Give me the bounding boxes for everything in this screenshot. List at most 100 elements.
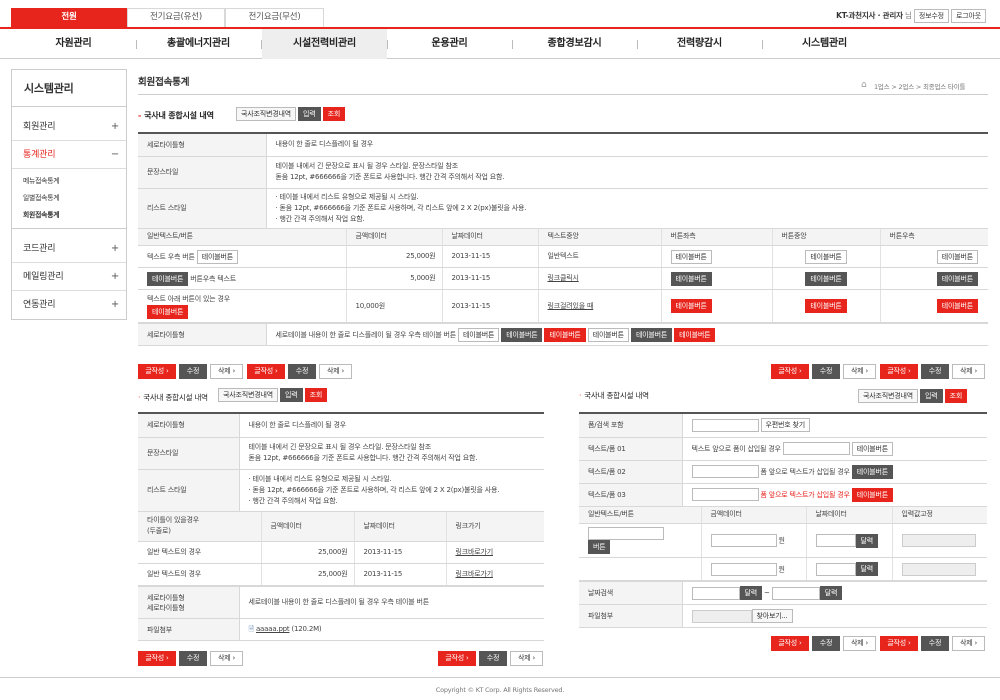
top-tab-power[interactable]: 전원 (11, 8, 127, 27)
write-button[interactable]: 글작성 › (138, 364, 176, 379)
link-text[interactable]: 링크바로가기 (446, 541, 544, 564)
calendar-button[interactable]: 달력 (739, 586, 762, 600)
link-text[interactable]: 링크바로가기 (446, 563, 544, 586)
delete-button[interactable]: 삭제 › (952, 636, 985, 651)
table-button[interactable]: 테이블버튼 (936, 271, 978, 286)
table-button[interactable]: 테이블버튼 (147, 271, 189, 286)
input-button[interactable]: 입력 (298, 107, 321, 121)
nav-energy[interactable]: 총괄에너지관리 (136, 29, 261, 59)
browse-button[interactable]: 찾아보기... (751, 609, 793, 623)
table-button[interactable]: 테이블버튼 (196, 249, 238, 264)
edit-button[interactable]: 수정 (921, 364, 949, 379)
table-button[interactable]: 테이블버튼 (630, 327, 673, 342)
edit-button[interactable]: 수정 (921, 636, 949, 651)
delete-button[interactable]: 삭제 › (210, 651, 243, 666)
org-change-button[interactable]: 국사조직변경내역 (218, 388, 278, 402)
postal-search-button[interactable]: 우편번호 찾기 (760, 418, 810, 433)
write-button[interactable]: 글작성 › (771, 364, 809, 379)
sidebar-item-members[interactable]: 회원관리 + (12, 113, 126, 141)
calendar-button[interactable]: 달력 (819, 586, 843, 600)
button[interactable]: 버튼 (588, 540, 611, 554)
sidebar-sub-member-stats[interactable]: 회원접속통계 (23, 207, 126, 224)
end-date-input[interactable] (771, 586, 820, 600)
text-input[interactable] (588, 527, 664, 540)
org-change-button[interactable]: 국사조직변경내역 (236, 107, 296, 121)
table-button[interactable]: 테이블버튼 (674, 327, 716, 342)
edit-button[interactable]: 수정 (479, 651, 507, 666)
table-button[interactable]: 테이블버튼 (501, 327, 543, 342)
table-button[interactable]: 테이블버튼 (851, 487, 893, 502)
table-button[interactable]: 테이블버튼 (458, 327, 500, 342)
table-button[interactable]: 테이블버튼 (805, 249, 847, 264)
delete-button[interactable]: 삭제 › (952, 364, 985, 379)
sidebar-item-stats[interactable]: 통계관리 − (12, 141, 126, 169)
sidebar-item-codes[interactable]: 코드관리 + (12, 235, 126, 263)
table-button[interactable]: 테이블버튼 (851, 464, 893, 479)
nav-alarm[interactable]: 종합경보감시 (512, 29, 637, 59)
table-button[interactable]: 테이블버튼 (805, 299, 847, 313)
amount-input[interactable] (710, 534, 777, 547)
sidebar-item-link[interactable]: 연동관리 + (12, 291, 126, 319)
input-button[interactable]: 입력 (920, 389, 943, 403)
search-button[interactable]: 조회 (304, 388, 328, 402)
sidebar-sub-menu-stats[interactable]: 메뉴접속통계 (23, 173, 126, 190)
table-button[interactable]: 테이블버튼 (670, 249, 712, 264)
edit-button[interactable]: 수정 (288, 364, 316, 379)
calendar-button[interactable]: 달력 (855, 562, 878, 576)
delete-button[interactable]: 삭제 › (319, 364, 352, 379)
write-button[interactable]: 글작성 › (138, 651, 176, 666)
link-text[interactable]: 링크클릭시 (538, 267, 662, 290)
table-button[interactable]: 테이블버튼 (147, 304, 189, 319)
date-input[interactable] (815, 562, 856, 576)
table-button[interactable]: 테이블버튼 (544, 327, 586, 342)
profile-edit-button[interactable]: 정보수정 (913, 9, 949, 23)
link-text[interactable]: 링크걸려있을 때 (538, 289, 662, 323)
delete-button[interactable]: 삭제 › (843, 364, 876, 379)
top-tab-wired-fee[interactable]: 전기요금(유선) (127, 8, 225, 27)
sidebar-item-mailing[interactable]: 메일링관리 + (12, 263, 126, 291)
nav-system[interactable]: 시스템관리 (762, 29, 887, 59)
row-header: 세로타이틀형 (138, 414, 240, 438)
delete-button[interactable]: 삭제 › (210, 364, 243, 379)
table-button[interactable]: 테이블버튼 (670, 271, 712, 286)
search-button[interactable]: 조회 (944, 389, 968, 403)
top-tab-wireless-fee[interactable]: 전기요금(무선) (225, 8, 324, 27)
table-button[interactable]: 테이블버튼 (587, 327, 629, 342)
amount-input[interactable] (710, 562, 777, 576)
delete-button[interactable]: 삭제 › (843, 636, 876, 651)
start-date-input[interactable] (691, 586, 740, 600)
nav-facility-power[interactable]: 시설전력비관리 (262, 29, 387, 59)
table-button[interactable]: 테이블버튼 (851, 441, 893, 456)
nav-operation[interactable]: 운용관리 (387, 29, 512, 59)
edit-button[interactable]: 수정 (179, 364, 207, 379)
delete-button[interactable]: 삭제 › (510, 651, 543, 666)
input-button[interactable]: 입력 (280, 388, 303, 402)
table-button[interactable]: 테이블버튼 (936, 249, 978, 264)
nav-power-watch[interactable]: 전력량감시 (637, 29, 762, 59)
text-input[interactable] (691, 488, 759, 501)
home-icon[interactable]: ⌂ (861, 80, 867, 90)
postal-input[interactable] (691, 418, 759, 432)
date-input[interactable] (815, 534, 856, 547)
edit-button[interactable]: 수정 (812, 364, 840, 379)
edit-button[interactable]: 수정 (812, 636, 840, 651)
org-change-button[interactable]: 국사조직변경내역 (858, 389, 918, 403)
logout-button[interactable]: 로그아웃 (951, 9, 986, 23)
sidebar-sub-daily-stats[interactable]: 일별접속통계 (23, 190, 126, 207)
table-button[interactable]: 테이블버튼 (805, 271, 847, 286)
table-button[interactable]: 테이블버튼 (936, 299, 978, 313)
text-input[interactable] (782, 442, 850, 455)
calendar-button[interactable]: 달력 (855, 533, 878, 548)
nav-resource[interactable]: 자원관리 (11, 29, 136, 59)
edit-button[interactable]: 수정 (179, 651, 207, 666)
row-header: 리스트 스타일 (138, 469, 240, 512)
table-button[interactable]: 테이블버튼 (670, 299, 712, 313)
file-link[interactable]: aaaaa.ppt (256, 625, 290, 633)
write-button[interactable]: 글작성 › (880, 636, 918, 651)
search-button[interactable]: 조회 (322, 107, 346, 121)
text-input[interactable] (691, 465, 759, 478)
write-button[interactable]: 글작성 › (771, 636, 809, 651)
write-button[interactable]: 글작성 › (880, 364, 918, 379)
write-button[interactable]: 글작성 › (438, 651, 476, 666)
write-button[interactable]: 글작성 › (247, 364, 285, 379)
